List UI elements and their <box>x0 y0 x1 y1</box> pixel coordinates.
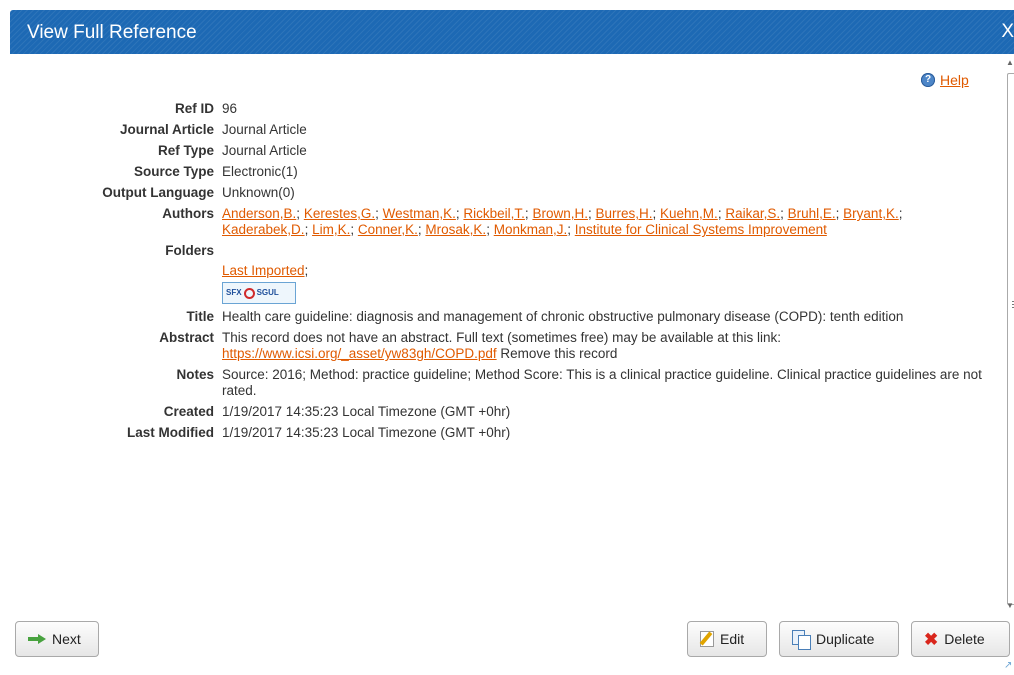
author-link[interactable]: Kuehn,M. <box>660 206 718 221</box>
created-row: Created 1/19/2017 14:35:23 Local Timezon… <box>0 404 990 420</box>
author-link[interactable]: Mrosak,K. <box>425 222 486 237</box>
full-text-link[interactable]: https://www.icsi.org/_asset/yw83gh/COPD.… <box>222 346 497 361</box>
ref-type-row: Ref Type Journal Article <box>0 143 990 159</box>
author-link[interactable]: Bruhl,E. <box>788 206 836 221</box>
remove-record-text: Remove this record <box>500 346 618 361</box>
delete-button[interactable]: ✖ Delete <box>911 621 1010 657</box>
author-link[interactable]: Raikar,S. <box>725 206 780 221</box>
last-modified-value: 1/19/2017 14:35:23 Local Timezone (GMT +… <box>222 425 511 440</box>
field-label: Title <box>186 309 214 324</box>
duplicate-copy-icon <box>792 630 811 650</box>
abstract-row: Abstract This record does not have an ab… <box>0 330 990 362</box>
scroll-down-arrow-icon[interactable]: ▼ <box>1006 601 1014 610</box>
pencil-edit-icon <box>700 631 714 647</box>
delete-button-label: Delete <box>944 631 985 647</box>
help-link[interactable]: ? Help <box>921 72 969 88</box>
ref-id-row: Ref ID 96 <box>0 101 990 117</box>
field-label: Output Language <box>102 185 214 200</box>
delete-x-icon: ✖ <box>924 629 939 649</box>
folders-value <box>222 243 982 259</box>
title-row: Title Health care guideline: diagnosis a… <box>0 309 990 325</box>
author-separator: ; <box>375 206 383 221</box>
author-link[interactable]: Brown,H. <box>532 206 588 221</box>
resize-corner-icon[interactable]: ↗ <box>1004 660 1012 671</box>
dialog-titlebar: View Full Reference X <box>10 10 1014 54</box>
notes-value: Source: 2016; Method: practice guideline… <box>222 367 982 398</box>
author-link[interactable]: Burres,H. <box>595 206 652 221</box>
authors-list: Anderson,B.; Kerestes,G.; Westman,K.; Ri… <box>222 206 982 238</box>
author-separator: ; <box>350 222 358 237</box>
edit-button-label: Edit <box>720 631 745 647</box>
field-label: Last Modified <box>127 425 214 440</box>
folders-list-row: Last Imported; SFX SGUL <box>0 263 990 304</box>
author-link[interactable]: Monkman,J. <box>494 222 568 237</box>
folder-separator: ; <box>304 263 309 278</box>
field-label: Authors <box>162 206 214 221</box>
field-label: Notes <box>176 367 214 382</box>
source-type-value: Electronic(1) <box>222 164 298 179</box>
arrow-right-icon <box>28 634 46 644</box>
help-label[interactable]: Help <box>940 72 969 88</box>
duplicate-button-label: Duplicate <box>816 631 875 647</box>
field-label: Folders <box>165 243 214 258</box>
sfx-logo-right: SGUL <box>256 288 279 297</box>
scrollbar-thumb[interactable] <box>1007 73 1014 605</box>
title-value: Health care guideline: diagnosis and man… <box>222 309 904 324</box>
scroll-up-arrow-icon[interactable]: ▲ <box>1006 58 1014 67</box>
author-separator: ; <box>898 206 903 221</box>
author-link[interactable]: Westman,K. <box>383 206 456 221</box>
journal-article-row: Journal Article Journal Article <box>0 122 990 138</box>
folders-row: Folders <box>0 243 990 259</box>
notes-row: Notes Source: 2016; Method: practice gui… <box>0 367 990 399</box>
created-value: 1/19/2017 14:35:23 Local Timezone (GMT +… <box>222 404 511 419</box>
author-separator: ; <box>296 206 304 221</box>
author-link[interactable]: Anderson,B. <box>222 206 296 221</box>
author-separator: ; <box>652 206 661 221</box>
authors-row: Authors Anderson,B.; Kerestes,G.; Westma… <box>0 206 990 238</box>
vertical-scrollbar[interactable]: ▲ ▼ <box>1003 54 1014 610</box>
ref-type-value: Journal Article <box>222 143 307 158</box>
next-button[interactable]: Next <box>15 621 99 657</box>
author-link[interactable]: Rickbeil,T. <box>463 206 525 221</box>
author-separator: ; <box>304 222 313 237</box>
author-link[interactable]: Lim,K. <box>312 222 350 237</box>
author-link[interactable]: Bryant,K. <box>843 206 899 221</box>
abstract-text: This record does not have an abstract. F… <box>222 330 781 345</box>
author-separator: ; <box>780 206 788 221</box>
author-link[interactable]: Conner,K. <box>358 222 418 237</box>
author-separator: ; <box>567 222 575 237</box>
ref-id-value: 96 <box>222 101 238 116</box>
author-link[interactable]: Institute for Clinical Systems Improveme… <box>575 222 827 237</box>
output-language-value: Unknown(0) <box>222 185 295 200</box>
sfx-link-button[interactable]: SFX SGUL <box>222 282 296 304</box>
folder-link-last-imported[interactable]: Last Imported <box>222 263 305 278</box>
field-label: Journal Article <box>119 122 214 137</box>
last-modified-row: Last Modified 1/19/2017 14:35:23 Local T… <box>0 425 990 441</box>
field-label: Abstract <box>159 330 214 345</box>
dialog-title: View Full Reference <box>27 22 197 43</box>
edit-button[interactable]: Edit <box>687 621 767 657</box>
sfx-circle-icon <box>243 287 255 299</box>
field-label: Created <box>163 404 214 419</box>
author-separator: ; <box>486 222 494 237</box>
next-button-label: Next <box>52 631 81 647</box>
duplicate-button[interactable]: Duplicate <box>779 621 899 657</box>
author-link[interactable]: Kaderabek,D. <box>222 222 305 237</box>
help-question-icon: ? <box>921 73 935 87</box>
close-button[interactable]: X <box>1001 21 1014 43</box>
author-link[interactable]: Kerestes,G. <box>304 206 375 221</box>
journal-article-value: Journal Article <box>222 122 307 137</box>
field-label: Ref Type <box>157 143 214 158</box>
source-type-row: Source Type Electronic(1) <box>0 164 990 180</box>
field-label: Ref ID <box>174 101 214 116</box>
sfx-logo-left: SFX <box>226 288 242 297</box>
output-language-row: Output Language Unknown(0) <box>0 185 990 201</box>
reference-details: Ref ID 96 Journal Article Journal Articl… <box>0 101 990 446</box>
field-label: Source Type <box>133 164 214 179</box>
